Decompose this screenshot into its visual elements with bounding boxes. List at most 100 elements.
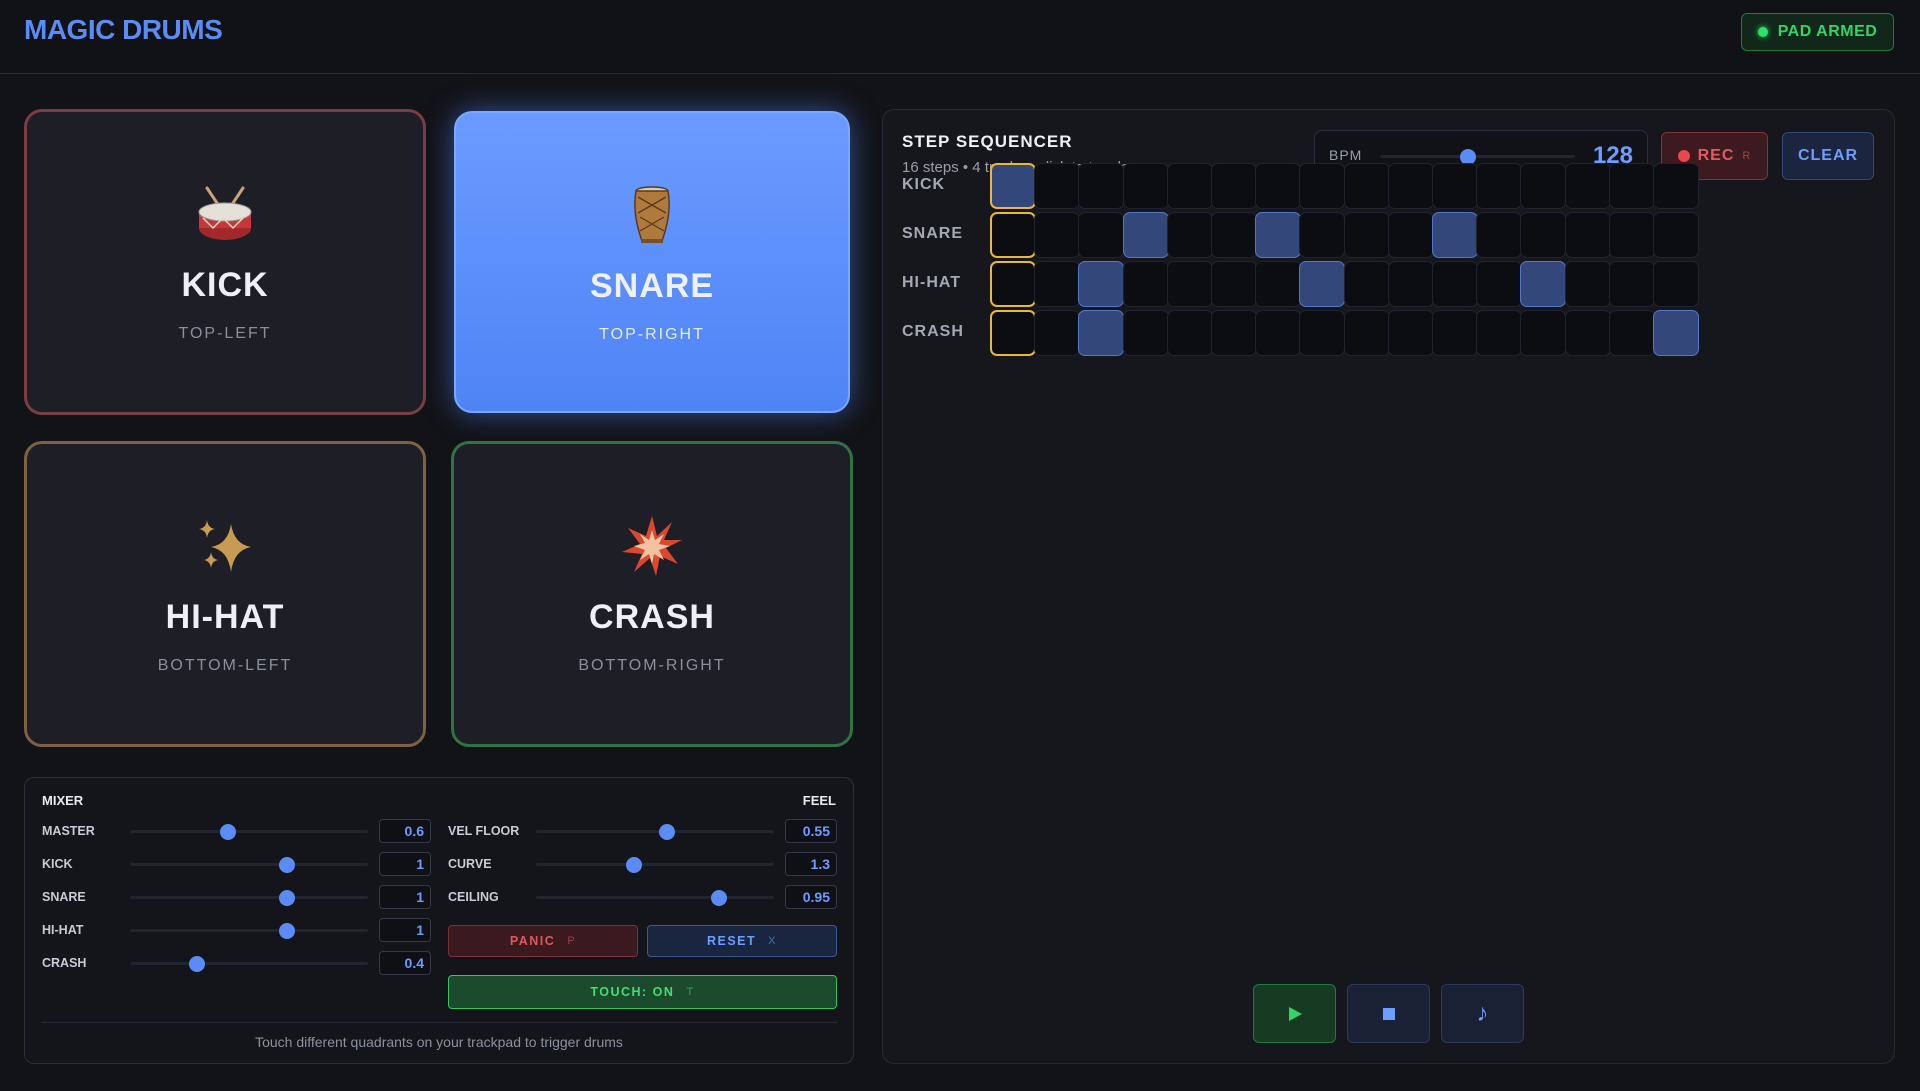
step-cell[interactable] [1520, 261, 1567, 307]
step-cell[interactable] [1122, 261, 1169, 307]
play-button[interactable] [1253, 984, 1336, 1043]
step-cell[interactable] [1299, 310, 1346, 356]
step-cell[interactable] [1255, 163, 1302, 209]
step-cell[interactable] [1387, 261, 1434, 307]
slider-thumb[interactable] [279, 923, 296, 939]
pad-crash[interactable]: CRASH BOTTOM-RIGHT [451, 441, 853, 747]
step-cell[interactable] [1520, 163, 1567, 209]
step-cell[interactable] [1166, 261, 1213, 307]
step-cell[interactable] [1078, 212, 1125, 258]
step-cell[interactable] [1476, 212, 1523, 258]
curve-slider[interactable] [536, 857, 774, 873]
slider-value[interactable]: 0.6 [379, 819, 431, 843]
vel-floor-slider[interactable] [536, 824, 774, 840]
step-cell[interactable] [1034, 212, 1081, 258]
step-cell[interactable] [1387, 163, 1434, 209]
snare-slider[interactable] [130, 890, 368, 906]
step-cell[interactable] [1608, 163, 1655, 209]
step-cell[interactable] [1387, 212, 1434, 258]
step-cell[interactable] [1255, 212, 1302, 258]
pad-kick[interactable]: KICK TOP-LEFT [24, 109, 426, 415]
master-slider[interactable] [130, 824, 368, 840]
step-cell[interactable] [1432, 212, 1478, 258]
step-cell[interactable] [1653, 163, 1699, 209]
step-cell[interactable] [990, 163, 1036, 209]
slider-value[interactable]: 1.3 [785, 852, 837, 876]
step-cell[interactable] [1078, 310, 1125, 356]
step-cell[interactable] [1520, 310, 1567, 356]
step-cell[interactable] [1564, 163, 1611, 209]
step-cell[interactable] [990, 261, 1036, 307]
step-cell[interactable] [1608, 212, 1655, 258]
step-cell[interactable] [1299, 163, 1346, 209]
step-cell[interactable] [1608, 261, 1655, 307]
slider-value[interactable]: 0.55 [785, 819, 837, 843]
step-cell[interactable] [1211, 261, 1257, 307]
step-cell[interactable] [1564, 212, 1611, 258]
stop-button[interactable] [1347, 984, 1430, 1043]
slider-value[interactable]: 1 [379, 852, 431, 876]
step-cell[interactable] [1520, 212, 1567, 258]
step-cell[interactable] [1255, 261, 1302, 307]
step-cell[interactable] [1122, 310, 1169, 356]
step-cell[interactable] [1034, 310, 1081, 356]
slider-thumb[interactable] [711, 890, 728, 906]
touch-toggle-button[interactable]: TOUCH: ON T [448, 975, 837, 1009]
step-cell[interactable] [1476, 163, 1523, 209]
step-cell[interactable] [1122, 212, 1169, 258]
step-cell[interactable] [990, 310, 1036, 356]
step-cell[interactable] [990, 212, 1036, 258]
step-cell[interactable] [1432, 163, 1478, 209]
slider-value[interactable]: 0.95 [785, 885, 837, 909]
reset-button[interactable]: RESET X [647, 925, 837, 957]
step-cell[interactable] [1343, 212, 1390, 258]
slider-thumb[interactable] [219, 824, 236, 840]
step-cell[interactable] [1078, 261, 1125, 307]
slider-value[interactable]: 0.4 [379, 951, 431, 975]
clear-button[interactable]: CLEAR [1782, 132, 1874, 180]
step-cell[interactable] [1653, 212, 1699, 258]
step-cell[interactable] [1122, 163, 1169, 209]
step-cell[interactable] [1166, 310, 1213, 356]
step-cell[interactable] [1166, 163, 1213, 209]
bpm-slider[interactable] [1380, 149, 1575, 165]
pad-snare[interactable]: SNARE TOP-RIGHT [454, 111, 850, 413]
step-cell[interactable] [1387, 310, 1434, 356]
step-cell[interactable] [1564, 261, 1611, 307]
step-cell[interactable] [1299, 212, 1346, 258]
step-cell[interactable] [1653, 310, 1699, 356]
kick-slider[interactable] [130, 857, 368, 873]
step-cell[interactable] [1078, 163, 1125, 209]
slider-value[interactable]: 1 [379, 885, 431, 909]
ceiling-slider[interactable] [536, 890, 774, 906]
step-cell[interactable] [1343, 261, 1390, 307]
step-cell[interactable] [1034, 261, 1081, 307]
metronome-button[interactable]: ♪ [1441, 984, 1524, 1043]
hihat-slider[interactable] [130, 923, 368, 939]
step-cell[interactable] [1564, 310, 1611, 356]
slider-thumb[interactable] [625, 857, 642, 873]
step-cell[interactable] [1211, 212, 1257, 258]
step-cell[interactable] [1166, 212, 1213, 258]
pad-hihat[interactable]: HI-HAT BOTTOM-LEFT [24, 441, 426, 747]
slider-thumb[interactable] [279, 857, 296, 873]
step-cell[interactable] [1432, 261, 1478, 307]
step-cell[interactable] [1034, 163, 1081, 209]
step-cell[interactable] [1432, 310, 1478, 356]
step-cell[interactable] [1255, 310, 1302, 356]
slider-thumb[interactable] [188, 956, 205, 972]
slider-thumb[interactable] [279, 890, 296, 906]
step-cell[interactable] [1211, 163, 1257, 209]
slider-value[interactable]: 1 [379, 918, 431, 942]
slider-thumb[interactable] [658, 824, 675, 840]
step-cell[interactable] [1299, 261, 1346, 307]
step-cell[interactable] [1211, 310, 1257, 356]
step-cell[interactable] [1343, 163, 1390, 209]
step-cell[interactable] [1653, 261, 1699, 307]
step-cell[interactable] [1608, 310, 1655, 356]
step-cell[interactable] [1476, 261, 1523, 307]
step-cell[interactable] [1476, 310, 1523, 356]
step-cell[interactable] [1343, 310, 1390, 356]
crash-slider[interactable] [130, 956, 368, 972]
panic-button[interactable]: PANIC P [448, 925, 638, 957]
